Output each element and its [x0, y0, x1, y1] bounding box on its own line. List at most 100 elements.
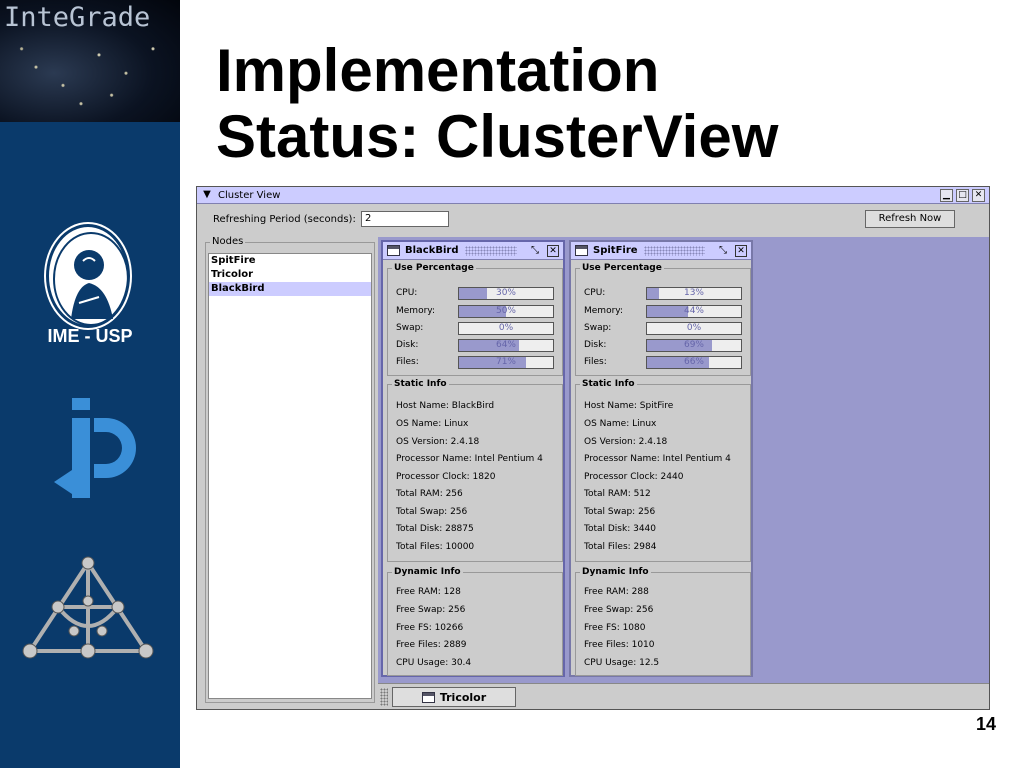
usage-row-swap: Swap: 0%	[396, 322, 556, 336]
usage-label: Disk:	[584, 340, 607, 350]
window-title: Cluster View	[218, 189, 281, 201]
nodes-legend: Nodes	[210, 236, 246, 247]
frame-close-icon[interactable]: ✕	[735, 244, 747, 257]
usage-row-memory: Memory: 44%	[584, 305, 744, 319]
frame-close-icon[interactable]: ✕	[547, 244, 559, 257]
static-info-group: Static Info Host Name: BlackBird OS Name…	[387, 379, 563, 562]
static-info-title: Static Info	[392, 379, 449, 389]
node-item-blackbird[interactable]: BlackBird	[209, 282, 371, 296]
slide-title-line1: Implementation	[216, 37, 660, 104]
dynamic-free-swap: Free Swap: 256	[396, 605, 466, 615]
minimize-icon[interactable]: ▁	[940, 188, 953, 202]
node-item-spitfire[interactable]: SpitFire	[209, 254, 371, 268]
static-os-version: OS Version: 2.4.18	[584, 437, 668, 447]
usage-row-files: Files: 66%	[584, 356, 744, 370]
system-menu-chevron-icon[interactable]: ▼	[201, 189, 213, 201]
dynamic-info-group: Dynamic Info Free RAM: 128 Free Swap: 25…	[387, 567, 563, 676]
dynamic-info-title: Dynamic Info	[580, 567, 651, 577]
node-desktop: BlackBird ⤡ ✕ Use Percentage CPU: 30% Me…	[378, 237, 989, 709]
static-total-files: Total Files: 10000	[396, 542, 475, 552]
static-info-group: Static Info Host Name: SpitFire OS Name:…	[575, 379, 751, 562]
static-total-disk: Total Disk: 28875	[396, 524, 474, 534]
dynamic-free-fs: Free FS: 1080	[584, 623, 646, 633]
usage-progress-bar: 66%	[646, 356, 742, 369]
frame-title: SpitFire	[593, 245, 638, 256]
iconified-frame-tricolor[interactable]: Tricolor	[392, 687, 516, 707]
frame-title-grip	[643, 245, 705, 256]
window-titlebar[interactable]: ▼ Cluster View ▁ □ ✕	[197, 187, 989, 204]
iconified-frames-bar: Tricolor	[378, 683, 989, 709]
frame-title-grip	[464, 245, 517, 256]
static-os-version: OS Version: 2.4.18	[396, 437, 480, 447]
static-host-name: Host Name: BlackBird	[396, 401, 495, 411]
frame-titlebar[interactable]: BlackBird ⤡ ✕	[383, 242, 563, 260]
refresh-toolbar: Refreshing Period (seconds): 2 Refresh N…	[197, 205, 989, 237]
usage-row-files: Files: 71%	[396, 356, 556, 370]
usage-row-disk: Disk: 64%	[396, 339, 556, 353]
usage-percent: 13%	[683, 288, 704, 298]
iconify-icon[interactable]: ⤡	[529, 245, 541, 257]
dynamic-free-ram: Free RAM: 288	[584, 587, 649, 597]
node-frame-blackbird: BlackBird ⤡ ✕ Use Percentage CPU: 30% Me…	[381, 240, 565, 677]
static-total-files: Total Files: 2984	[584, 542, 657, 552]
usage-percent: 0%	[686, 323, 702, 333]
use-percentage-title: Use Percentage	[580, 263, 664, 273]
frame-titlebar[interactable]: SpitFire ⤡ ✕	[571, 242, 751, 260]
refresh-now-button[interactable]: Refresh Now	[865, 210, 955, 228]
slide-title: Implementation Status: ClusterView	[216, 38, 1006, 170]
use-percentage-title: Use Percentage	[392, 263, 476, 273]
usage-row-cpu: CPU: 30%	[396, 287, 556, 301]
usage-label: Files:	[396, 357, 419, 367]
usage-progress-bar: 69%	[646, 339, 742, 352]
usage-progress-bar: 13%	[646, 287, 742, 300]
static-info-title: Static Info	[580, 379, 637, 389]
usage-row-swap: Swap: 0%	[584, 322, 744, 336]
static-processor-name: Processor Name: Intel Pentium 4	[584, 454, 731, 464]
static-total-swap: Total Swap: 256	[396, 507, 468, 517]
usage-row-disk: Disk: 69%	[584, 339, 744, 353]
static-total-ram: Total RAM: 512	[584, 489, 651, 499]
refresh-period-label: Refreshing Period (seconds):	[213, 214, 356, 225]
dynamic-info-title: Dynamic Info	[392, 567, 463, 577]
usage-label: Disk:	[396, 340, 419, 350]
usage-percent: 0%	[498, 323, 514, 333]
nodes-list[interactable]: SpitFire Tricolor BlackBird	[208, 253, 372, 699]
usage-progress-bar: 0%	[458, 322, 554, 335]
use-percentage-group: Use Percentage CPU: 30% Memory: 50% Swap…	[387, 263, 563, 376]
frame-window-icon	[575, 245, 588, 256]
usage-row-memory: Memory: 50%	[396, 305, 556, 319]
page-number: 14	[975, 714, 996, 734]
static-total-disk: Total Disk: 3440	[584, 524, 657, 534]
nodes-group: Nodes SpitFire Tricolor BlackBird	[205, 236, 375, 703]
usage-label: Swap:	[584, 323, 612, 333]
frame-window-icon	[421, 691, 435, 703]
maximize-icon[interactable]: □	[956, 188, 969, 202]
usage-label: Swap:	[396, 323, 424, 333]
frame-title: BlackBird	[405, 245, 459, 256]
usage-progress-bar: 71%	[458, 356, 554, 369]
close-icon[interactable]: ✕	[972, 188, 985, 202]
node-frame-spitfire: SpitFire ⤡ ✕ Use Percentage CPU: 13% Mem…	[569, 240, 753, 677]
integrade-logo: InteGrade	[0, 0, 180, 122]
usage-label: CPU:	[396, 288, 418, 298]
dynamic-free-ram: Free RAM: 128	[396, 587, 461, 597]
iconified-frame-label: Tricolor	[439, 690, 487, 704]
dynamic-cpu-usage: CPU Usage: 30.4	[396, 658, 472, 668]
usage-label: Files:	[584, 357, 607, 367]
usage-percent: 69%	[683, 340, 704, 350]
refresh-period-input[interactable]: 2	[361, 211, 449, 227]
usage-percent: 64%	[495, 340, 516, 350]
dynamic-cpu-usage: CPU Usage: 12.5	[584, 658, 660, 668]
triangle-network-logo-icon	[18, 555, 160, 665]
use-percentage-group: Use Percentage CPU: 13% Memory: 44% Swap…	[575, 263, 751, 376]
usage-label: Memory:	[396, 306, 435, 316]
iconify-icon[interactable]: ⤡	[717, 245, 729, 257]
usage-label: CPU:	[584, 288, 606, 298]
usage-percent: 66%	[683, 357, 704, 367]
static-total-swap: Total Swap: 256	[584, 507, 656, 517]
usage-label: Memory:	[584, 306, 623, 316]
usage-progress-bar: 50%	[458, 305, 554, 318]
usage-row-cpu: CPU: 13%	[584, 287, 744, 301]
static-processor-name: Processor Name: Intel Pentium 4	[396, 454, 543, 464]
node-item-tricolor[interactable]: Tricolor	[209, 268, 371, 282]
